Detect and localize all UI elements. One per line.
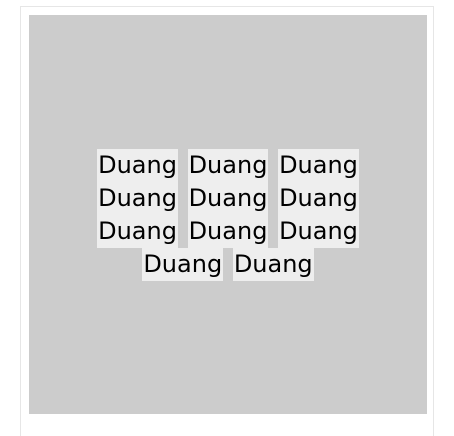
gray-container: Duang Duang Duang Duang Duang Duang Duan…	[29, 15, 427, 414]
word-chip: Duang	[187, 214, 269, 248]
word-chip: Duang	[187, 148, 269, 182]
word-chip: Duang	[187, 181, 269, 215]
word-chip: Duang	[278, 148, 359, 182]
word-chip: Duang	[278, 181, 359, 215]
content-card: Duang Duang Duang Duang Duang Duang Duan…	[20, 6, 434, 436]
word-chip: Duang	[97, 181, 178, 215]
word-chip: Duang	[278, 214, 359, 248]
word-chip: Duang	[142, 247, 224, 281]
word-chip: Duang	[97, 214, 178, 248]
word-chip: Duang	[232, 247, 314, 281]
word-chip: Duang	[97, 148, 178, 182]
word-list: Duang Duang Duang Duang Duang Duang Duan…	[58, 148, 398, 281]
